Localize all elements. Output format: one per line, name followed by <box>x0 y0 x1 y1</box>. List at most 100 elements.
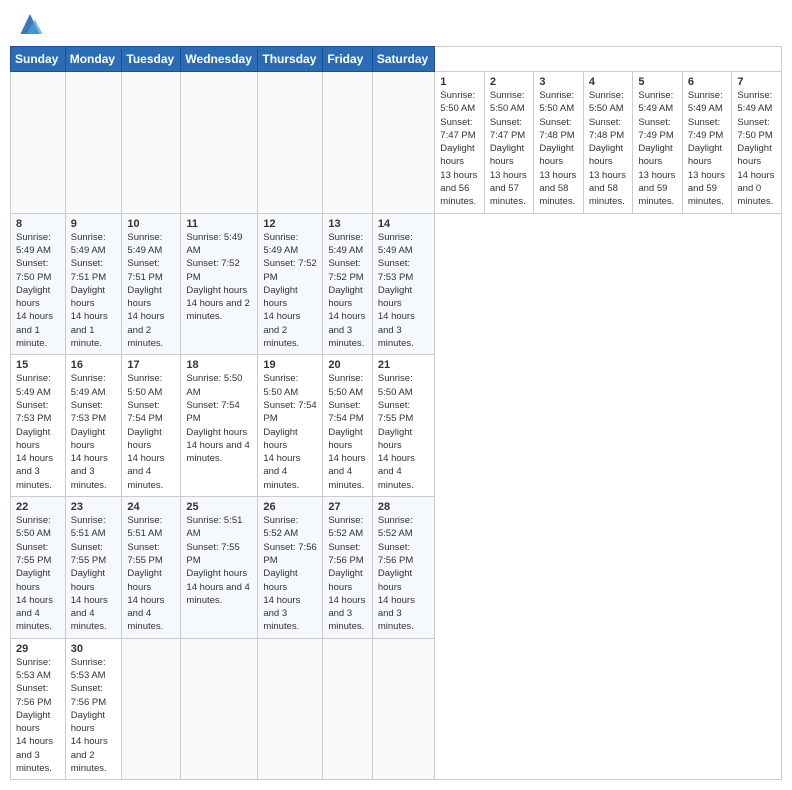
calendar-cell <box>122 72 181 214</box>
calendar-cell: 25 Sunrise: 5:51 AM Sunset: 7:55 PM Dayl… <box>181 497 258 639</box>
calendar-cell: 13 Sunrise: 5:49 AM Sunset: 7:52 PM Dayl… <box>323 213 373 355</box>
day-info: Sunrise: 5:49 AM Sunset: 7:49 PM Dayligh… <box>638 89 677 209</box>
day-number: 21 <box>378 359 429 371</box>
calendar-cell <box>65 72 122 214</box>
calendar-cell: 28 Sunrise: 5:52 AM Sunset: 7:56 PM Dayl… <box>372 497 434 639</box>
calendar-week-3: 22 Sunrise: 5:50 AM Sunset: 7:55 PM Dayl… <box>11 497 782 639</box>
day-info: Sunrise: 5:49 AM Sunset: 7:52 PM Dayligh… <box>186 231 252 324</box>
header-sunday: Sunday <box>11 47 66 72</box>
header-thursday: Thursday <box>258 47 323 72</box>
day-number: 6 <box>688 76 727 88</box>
day-info: Sunrise: 5:50 AM Sunset: 7:55 PM Dayligh… <box>16 514 60 634</box>
calendar-cell: 9 Sunrise: 5:49 AM Sunset: 7:51 PM Dayli… <box>65 213 122 355</box>
day-number: 22 <box>16 501 60 513</box>
calendar-cell <box>258 72 323 214</box>
day-number: 26 <box>263 501 317 513</box>
day-info: Sunrise: 5:50 AM Sunset: 7:54 PM Dayligh… <box>328 372 367 492</box>
calendar-cell <box>372 72 434 214</box>
calendar-cell: 24 Sunrise: 5:51 AM Sunset: 7:55 PM Dayl… <box>122 497 181 639</box>
calendar-cell: 8 Sunrise: 5:49 AM Sunset: 7:50 PM Dayli… <box>11 213 66 355</box>
calendar-week-2: 15 Sunrise: 5:49 AM Sunset: 7:53 PM Dayl… <box>11 355 782 497</box>
day-info: Sunrise: 5:50 AM Sunset: 7:54 PM Dayligh… <box>263 372 317 492</box>
calendar-week-4: 29 Sunrise: 5:53 AM Sunset: 7:56 PM Dayl… <box>11 638 782 780</box>
day-number: 15 <box>16 359 60 371</box>
day-number: 5 <box>638 76 677 88</box>
day-number: 14 <box>378 218 429 230</box>
calendar-cell: 1 Sunrise: 5:50 AM Sunset: 7:47 PM Dayli… <box>435 72 485 214</box>
calendar-cell: 30 Sunrise: 5:53 AM Sunset: 7:56 PM Dayl… <box>65 638 122 780</box>
day-number: 17 <box>127 359 175 371</box>
day-info: Sunrise: 5:49 AM Sunset: 7:52 PM Dayligh… <box>328 231 367 351</box>
calendar-cell <box>323 72 373 214</box>
header-friday: Friday <box>323 47 373 72</box>
calendar-cell: 14 Sunrise: 5:49 AM Sunset: 7:53 PM Dayl… <box>372 213 434 355</box>
day-number: 12 <box>263 218 317 230</box>
calendar-cell: 15 Sunrise: 5:49 AM Sunset: 7:53 PM Dayl… <box>11 355 66 497</box>
day-number: 24 <box>127 501 175 513</box>
day-number: 27 <box>328 501 367 513</box>
day-info: Sunrise: 5:52 AM Sunset: 7:56 PM Dayligh… <box>263 514 317 634</box>
calendar-cell: 27 Sunrise: 5:52 AM Sunset: 7:56 PM Dayl… <box>323 497 373 639</box>
day-info: Sunrise: 5:49 AM Sunset: 7:49 PM Dayligh… <box>688 89 727 209</box>
calendar-cell: 12 Sunrise: 5:49 AM Sunset: 7:52 PM Dayl… <box>258 213 323 355</box>
calendar-cell: 19 Sunrise: 5:50 AM Sunset: 7:54 PM Dayl… <box>258 355 323 497</box>
calendar-cell <box>258 638 323 780</box>
day-info: Sunrise: 5:50 AM Sunset: 7:48 PM Dayligh… <box>589 89 628 209</box>
day-info: Sunrise: 5:50 AM Sunset: 7:54 PM Dayligh… <box>186 372 252 465</box>
header-tuesday: Tuesday <box>122 47 181 72</box>
day-info: Sunrise: 5:50 AM Sunset: 7:47 PM Dayligh… <box>490 89 529 209</box>
day-info: Sunrise: 5:53 AM Sunset: 7:56 PM Dayligh… <box>16 656 60 776</box>
calendar-cell <box>181 72 258 214</box>
day-number: 29 <box>16 643 60 655</box>
calendar-cell: 2 Sunrise: 5:50 AM Sunset: 7:47 PM Dayli… <box>484 72 534 214</box>
day-info: Sunrise: 5:51 AM Sunset: 7:55 PM Dayligh… <box>186 514 252 607</box>
day-number: 8 <box>16 218 60 230</box>
calendar-cell: 20 Sunrise: 5:50 AM Sunset: 7:54 PM Dayl… <box>323 355 373 497</box>
calendar-cell: 18 Sunrise: 5:50 AM Sunset: 7:54 PM Dayl… <box>181 355 258 497</box>
calendar-cell: 29 Sunrise: 5:53 AM Sunset: 7:56 PM Dayl… <box>11 638 66 780</box>
day-number: 3 <box>539 76 578 88</box>
calendar-cell <box>122 638 181 780</box>
calendar-cell <box>11 72 66 214</box>
day-number: 2 <box>490 76 529 88</box>
day-info: Sunrise: 5:49 AM Sunset: 7:52 PM Dayligh… <box>263 231 317 351</box>
day-number: 30 <box>71 643 117 655</box>
day-number: 23 <box>71 501 117 513</box>
calendar-cell <box>323 638 373 780</box>
calendar-cell: 7 Sunrise: 5:49 AM Sunset: 7:50 PM Dayli… <box>732 72 782 214</box>
calendar-cell: 26 Sunrise: 5:52 AM Sunset: 7:56 PM Dayl… <box>258 497 323 639</box>
calendar-cell: 5 Sunrise: 5:49 AM Sunset: 7:49 PM Dayli… <box>633 72 683 214</box>
calendar-week-0: 1 Sunrise: 5:50 AM Sunset: 7:47 PM Dayli… <box>11 72 782 214</box>
day-info: Sunrise: 5:49 AM Sunset: 7:53 PM Dayligh… <box>16 372 60 492</box>
calendar-cell: 3 Sunrise: 5:50 AM Sunset: 7:48 PM Dayli… <box>534 72 584 214</box>
header-monday: Monday <box>65 47 122 72</box>
day-info: Sunrise: 5:49 AM Sunset: 7:53 PM Dayligh… <box>71 372 117 492</box>
calendar-table: SundayMondayTuesdayWednesdayThursdayFrid… <box>10 46 782 780</box>
day-info: Sunrise: 5:50 AM Sunset: 7:54 PM Dayligh… <box>127 372 175 492</box>
logo <box>14 10 50 38</box>
day-number: 28 <box>378 501 429 513</box>
day-info: Sunrise: 5:53 AM Sunset: 7:56 PM Dayligh… <box>71 656 117 776</box>
day-number: 1 <box>440 76 479 88</box>
day-number: 25 <box>186 501 252 513</box>
calendar-cell <box>372 638 434 780</box>
calendar-week-1: 8 Sunrise: 5:49 AM Sunset: 7:50 PM Dayli… <box>11 213 782 355</box>
day-number: 7 <box>737 76 776 88</box>
day-info: Sunrise: 5:52 AM Sunset: 7:56 PM Dayligh… <box>328 514 367 634</box>
day-number: 9 <box>71 218 117 230</box>
day-info: Sunrise: 5:50 AM Sunset: 7:48 PM Dayligh… <box>539 89 578 209</box>
day-number: 20 <box>328 359 367 371</box>
calendar-cell: 6 Sunrise: 5:49 AM Sunset: 7:49 PM Dayli… <box>682 72 732 214</box>
day-info: Sunrise: 5:49 AM Sunset: 7:50 PM Dayligh… <box>737 89 776 209</box>
calendar-cell: 11 Sunrise: 5:49 AM Sunset: 7:52 PM Dayl… <box>181 213 258 355</box>
calendar-cell: 4 Sunrise: 5:50 AM Sunset: 7:48 PM Dayli… <box>583 72 633 214</box>
header-wednesday: Wednesday <box>181 47 258 72</box>
day-number: 13 <box>328 218 367 230</box>
calendar-cell: 21 Sunrise: 5:50 AM Sunset: 7:55 PM Dayl… <box>372 355 434 497</box>
day-number: 16 <box>71 359 117 371</box>
header-saturday: Saturday <box>372 47 434 72</box>
calendar-cell: 23 Sunrise: 5:51 AM Sunset: 7:55 PM Dayl… <box>65 497 122 639</box>
day-info: Sunrise: 5:50 AM Sunset: 7:55 PM Dayligh… <box>378 372 429 492</box>
day-info: Sunrise: 5:49 AM Sunset: 7:53 PM Dayligh… <box>378 231 429 351</box>
logo-icon <box>14 10 46 38</box>
